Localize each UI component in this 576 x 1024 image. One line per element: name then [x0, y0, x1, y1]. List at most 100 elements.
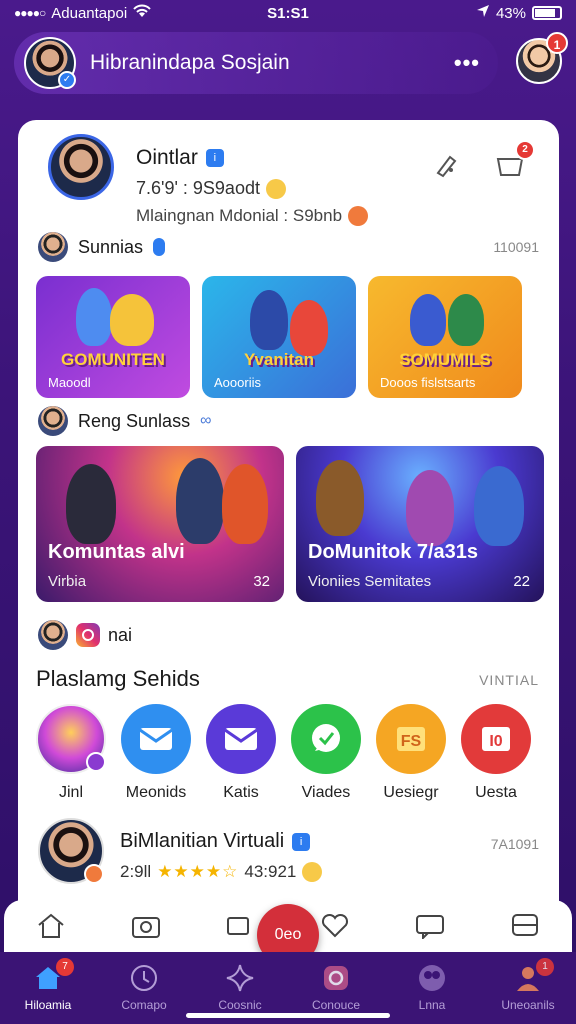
- character-figure: [250, 290, 288, 350]
- main-card: Ointlar i 7.6'9' : 9S9aodt Mlaingnan Mdo…: [18, 120, 559, 920]
- app-meonids[interactable]: Meonids: [121, 704, 191, 802]
- app-label: Jinl: [58, 784, 83, 801]
- character-figure: [410, 294, 446, 346]
- nav-profile[interactable]: 1 Uneoanils: [488, 958, 568, 1024]
- rating-stars-icon: ★★★★☆: [157, 862, 239, 881]
- profile-subtitle: Mlaingnan Mdonial : S9bnb: [136, 206, 369, 226]
- app-uesiegr[interactable]: FS Uesiegr: [376, 704, 446, 802]
- instagram-icon: [76, 623, 100, 647]
- nav-label: Lnna: [418, 998, 446, 1012]
- status-dot-icon: [84, 864, 104, 884]
- tile-caption: Dooos fislstsarts: [380, 375, 476, 390]
- community-card[interactable]: DoMunitok 7/a31s Vioniies Semitates 22: [296, 446, 544, 602]
- tile-card[interactable]: SOMUMILS Dooos fislstsarts: [368, 276, 522, 398]
- section-avatar: [38, 406, 68, 436]
- featured-stats-right: 43:921: [244, 862, 297, 881]
- tile-title: Yvanitan: [244, 350, 314, 369]
- smile-emoji-icon: [265, 178, 286, 199]
- character-figure: [448, 294, 484, 346]
- video-icon[interactable]: [223, 908, 259, 944]
- apps-row: Jinl Meonids Katis Viades FS Uesiegr I0 …: [36, 704, 531, 802]
- message-icon[interactable]: [412, 908, 448, 944]
- community-subtitle: Virbia: [48, 573, 87, 590]
- app-katis[interactable]: Katis: [206, 704, 276, 802]
- heart-icon[interactable]: [317, 908, 353, 944]
- community-subtitle: Vioniies Semitates: [308, 573, 432, 590]
- more-icon[interactable]: •••: [446, 50, 488, 76]
- app-label: Meonids: [125, 784, 187, 801]
- tile-title: SOMUMILS: [399, 350, 491, 369]
- nav-label: Coosnic: [218, 998, 262, 1012]
- community-card[interactable]: Komuntas alvi Virbia 32: [36, 446, 284, 602]
- featured-profile-row[interactable]: BiMlanitian Virtuali i 2:9ll ★★★★☆ 43:92…: [38, 818, 539, 888]
- devil-emoji-icon: [348, 206, 369, 226]
- mascot-figure: [110, 294, 154, 346]
- sparkle-icon: [224, 962, 256, 994]
- app-viades[interactable]: Viades: [291, 704, 361, 802]
- nav-compass[interactable]: Comapo: [104, 962, 184, 1024]
- character-figure: [290, 300, 328, 356]
- nav-friends[interactable]: Lnna: [392, 962, 472, 1024]
- featured-avatar: [38, 818, 104, 884]
- apps-section-meta[interactable]: VINTIAL: [479, 672, 539, 688]
- profile-actions: 2: [429, 140, 535, 182]
- apps-section-title: Plaslamg Sehids: [36, 666, 200, 691]
- person-figure: [406, 470, 454, 546]
- nav-label: Hiloamia: [24, 998, 72, 1012]
- nav-label: Conouce: [311, 998, 361, 1012]
- mail-icon: [121, 704, 191, 774]
- verified-icon: i: [205, 149, 224, 167]
- link-icon: ∞: [200, 412, 212, 429]
- profile-stats-text: 7.6'9' : 9S9aodt: [136, 178, 260, 198]
- notification-badge: 1: [546, 32, 568, 54]
- person-figure: [176, 458, 224, 544]
- profile-row: Ointlar i 7.6'9' : 9S9aodt Mlaingnan Mdo…: [48, 134, 539, 226]
- featured-name: BiMlanitian Virtuali: [120, 830, 285, 852]
- app-label: Uesiegr: [383, 784, 439, 801]
- tile-card[interactable]: Yvanitan Aoooriis: [202, 276, 356, 398]
- envelope-icon: [206, 704, 276, 774]
- top-header: ✓ Hibranindapa Sosjain •••: [14, 32, 498, 94]
- verified-icon: [153, 238, 166, 256]
- edit-icon[interactable]: [429, 148, 463, 182]
- nav-home[interactable]: 7 Hiloamia: [8, 958, 88, 1024]
- app-jinl[interactable]: Jinl: [36, 704, 106, 802]
- tile-title: GOMUNITEN: [61, 350, 165, 369]
- verified-icon: i: [292, 832, 311, 851]
- character-figure: [76, 288, 112, 346]
- section-sunnias-title: Sunnias: [78, 236, 144, 257]
- instagram-icon: [320, 962, 352, 994]
- tile-card[interactable]: GOMUNITEN Maoodl: [36, 276, 190, 398]
- profile-subtitle-text: Mlaingnan Mdonial : S9bnb: [136, 206, 343, 225]
- app-label: Uesta: [475, 784, 517, 801]
- profile-avatar[interactable]: [48, 134, 114, 200]
- community-count: 32: [253, 573, 270, 590]
- instagram-row-text: nai: [108, 624, 133, 645]
- camera-icon[interactable]: [128, 908, 164, 944]
- tile-caption: Maoodl: [48, 375, 91, 390]
- smile-emoji-icon: [302, 862, 323, 882]
- home-indicator: [186, 1013, 390, 1018]
- section-reng-title: Reng Sunlass: [78, 410, 191, 431]
- verified-icon: ✓: [58, 71, 76, 89]
- header-avatar[interactable]: ✓: [24, 37, 76, 89]
- nav-badge: 1: [536, 958, 554, 976]
- tile-caption: Aoooriis: [214, 375, 261, 390]
- home-icon[interactable]: [33, 908, 69, 944]
- app-label: Katis: [223, 784, 259, 801]
- friends-icon: [416, 962, 448, 994]
- section-sunnias-meta: 110091: [493, 239, 539, 255]
- bus-icon[interactable]: [507, 908, 543, 944]
- community-title: DoMunitok 7/a31s: [308, 541, 479, 563]
- app-uesta[interactable]: I0 Uesta: [461, 704, 531, 802]
- featured-stats-left: 2:9ll: [120, 862, 152, 881]
- big-tile-row: Komuntas alvi Virbia 32 DoMunitok 7/a31s…: [36, 446, 544, 602]
- community-count: 22: [513, 573, 530, 590]
- compass-icon: [128, 962, 160, 994]
- profile-name-row: Ointlar i: [136, 146, 224, 170]
- inbox-icon[interactable]: 2: [493, 140, 535, 182]
- instagram-row[interactable]: nai: [38, 620, 132, 650]
- status-time: S1:S1: [267, 4, 309, 22]
- account-avatar-button[interactable]: 1: [516, 32, 568, 84]
- section-reng-head: Reng Sunlass ∞: [38, 406, 539, 436]
